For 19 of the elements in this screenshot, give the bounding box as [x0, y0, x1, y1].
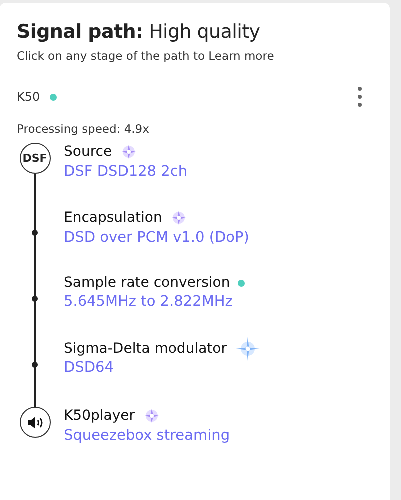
- stage-title[interactable]: Sample rate conversion: [64, 275, 230, 291]
- stage-title[interactable]: Encapsulation: [64, 210, 162, 226]
- stage-title[interactable]: Sigma-Delta modulator: [64, 341, 227, 357]
- stage-value[interactable]: Squeezebox streaming: [64, 428, 230, 444]
- stage-value[interactable]: DSD64: [64, 360, 114, 376]
- source-node: DSF: [20, 143, 50, 174]
- timeline-dot: [32, 362, 38, 368]
- processing-speed: Processing speed: 4.9x: [17, 122, 150, 136]
- stage-title[interactable]: K50player: [64, 408, 136, 424]
- stage-value[interactable]: DSD over PCM v1.0 (DoP): [64, 230, 250, 246]
- timeline-dot: [32, 296, 38, 302]
- dialog-title: Signal path: High quality: [17, 21, 262, 43]
- instruction-text: Click on any stage of the path to Learn more: [17, 49, 276, 63]
- stage-title[interactable]: Source: [64, 144, 112, 160]
- speaker-icon: [26, 416, 44, 430]
- timeline-dot: [32, 230, 38, 236]
- stage-value[interactable]: DSF DSD128 2ch: [64, 164, 188, 180]
- stage-value[interactable]: 5.645MHz to 2.822MHz: [64, 294, 233, 310]
- device-name: K50: [17, 90, 40, 104]
